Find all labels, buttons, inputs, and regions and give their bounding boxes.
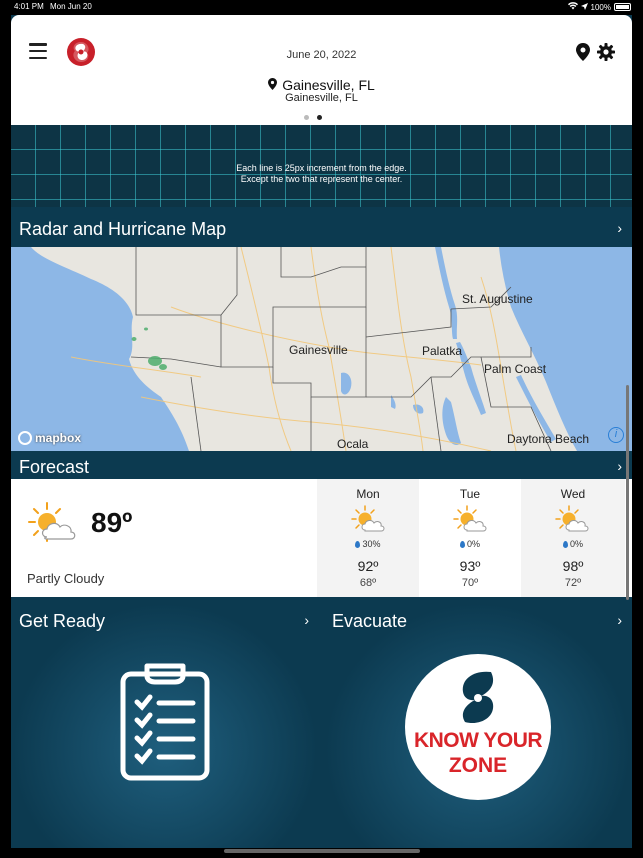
know-your-zone-badge[interactable]: KNOW YOUR ZONE (405, 654, 551, 800)
radar-section-header[interactable]: Radar and Hurricane Map › (11, 211, 632, 247)
current-temperature: 89º (91, 507, 133, 538)
day-name: Wed (560, 487, 586, 501)
low-temp: 68º (359, 577, 377, 589)
header: June 20, 2022 Gainesville, FL Gainesvill… (11, 15, 632, 125)
forecast-title: Forecast (19, 456, 90, 477)
chevron-right-icon: › (617, 220, 622, 237)
hurricane-swirl-icon (451, 670, 505, 726)
status-bar: 4:01 PM Mon Jun 20 100% (0, 0, 643, 14)
location-name: Gainesville, FL (282, 77, 375, 93)
get-ready-title: Get Ready (19, 611, 106, 631)
forecast-section-header[interactable]: Forecast › (11, 455, 632, 479)
status-date: Mon Jun 20 (50, 2, 92, 11)
gear-icon[interactable] (597, 43, 615, 61)
home-indicator[interactable] (224, 849, 420, 853)
partly-cloudy-icon (27, 501, 77, 547)
map-label-daytona-beach: Daytona Beach (507, 432, 590, 446)
clipboard-checklist-icon (119, 662, 211, 782)
forecast-day[interactable]: Tue 0% 93º 70º (419, 479, 521, 597)
map-pin-icon (576, 43, 590, 61)
info-icon[interactable]: i (608, 427, 624, 443)
page-indicator[interactable] (304, 115, 322, 120)
high-temp: 93º (459, 558, 481, 574)
chevron-right-icon: › (617, 458, 622, 475)
page-dot-active[interactable] (317, 115, 322, 120)
precip-value: 30% (362, 539, 381, 549)
mapbox-text: mapbox (35, 431, 82, 445)
header-date: June 20, 2022 (286, 49, 357, 61)
map-label-palm-coast: Palm Coast (484, 362, 547, 376)
wifi-icon (567, 2, 578, 12)
raindrop-icon (459, 541, 465, 548)
raindrop-icon (562, 541, 568, 548)
forecast-day[interactable]: Mon 30% 92º 68º (317, 479, 419, 597)
mapbox-logo-icon (18, 431, 32, 445)
location-selector[interactable]: Gainesville, FL (11, 77, 632, 93)
mapbox-attribution[interactable]: mapbox (18, 431, 81, 445)
grid-text-line1: Each line is 25px increment from the edg… (236, 163, 407, 173)
precip-chance: 0% (419, 539, 521, 549)
page-dot[interactable] (304, 115, 309, 120)
precip-value: 0% (466, 539, 480, 549)
radar-map[interactable]: St. Augustine Gainesville Palatka Palm C… (11, 247, 632, 451)
grid-text-line2: Except the two that represent the center… (240, 174, 403, 184)
high-temp: 92º (357, 558, 379, 574)
chevron-right-icon: › (304, 612, 309, 628)
map-label-st-augustine: St. Augustine (462, 292, 533, 306)
chevron-right-icon: › (617, 612, 622, 628)
current-conditions: 89º Partly Cloudy (11, 479, 317, 597)
precip-chance: 30% (317, 539, 419, 549)
low-temp: 70º (461, 577, 479, 589)
radar-title: Radar and Hurricane Map (19, 218, 227, 239)
current-condition: Partly Cloudy (27, 571, 105, 586)
location-subtitle: Gainesville, FL (285, 92, 358, 104)
precip-chance: 0% (521, 539, 625, 549)
partly-cloudy-icon (453, 505, 487, 535)
location-pin-icon (268, 77, 278, 93)
precip-value: 0% (569, 539, 583, 549)
map-label-gainesville: Gainesville (289, 343, 348, 357)
high-temp: 98º (562, 558, 584, 574)
grid-banner-text: Each line is 25px increment from the edg… (11, 163, 632, 185)
battery-percent: 100% (590, 2, 611, 12)
battery-icon (614, 3, 631, 11)
location-arrow-icon (580, 2, 588, 12)
evacuate-tile[interactable]: Evacuate › KNOW YOUR ZONE (324, 602, 632, 848)
status-time: 4:01 PM (14, 2, 44, 11)
day-name: Tue (459, 487, 481, 501)
day-name: Mon (356, 487, 380, 501)
map-label-palatka: Palatka (422, 344, 463, 358)
raindrop-icon (355, 541, 361, 548)
map-label-ocala: Ocala (337, 437, 369, 451)
grid-test-banner: Each line is 25px increment from the edg… (11, 125, 632, 207)
forecast-panel[interactable]: 89º Partly Cloudy Mon 30% 92º 68º Tue 0%… (11, 479, 632, 597)
kyz-line1: KNOW YOUR (413, 729, 543, 752)
status-right: 100% (567, 2, 631, 12)
evacuate-title: Evacuate (332, 611, 408, 631)
forecast-day[interactable]: Wed 0% 98º 72º (521, 479, 625, 597)
kyz-line2: ZONE (448, 754, 508, 777)
partly-cloudy-icon (351, 505, 385, 535)
get-ready-tile[interactable]: Get Ready › (11, 602, 319, 848)
low-temp: 72º (564, 577, 582, 589)
partly-cloudy-icon (555, 505, 589, 535)
scrollbar[interactable] (626, 385, 629, 600)
app-window: June 20, 2022 Gainesville, FL Gainesvill… (11, 15, 632, 848)
location-button[interactable] (576, 43, 590, 61)
